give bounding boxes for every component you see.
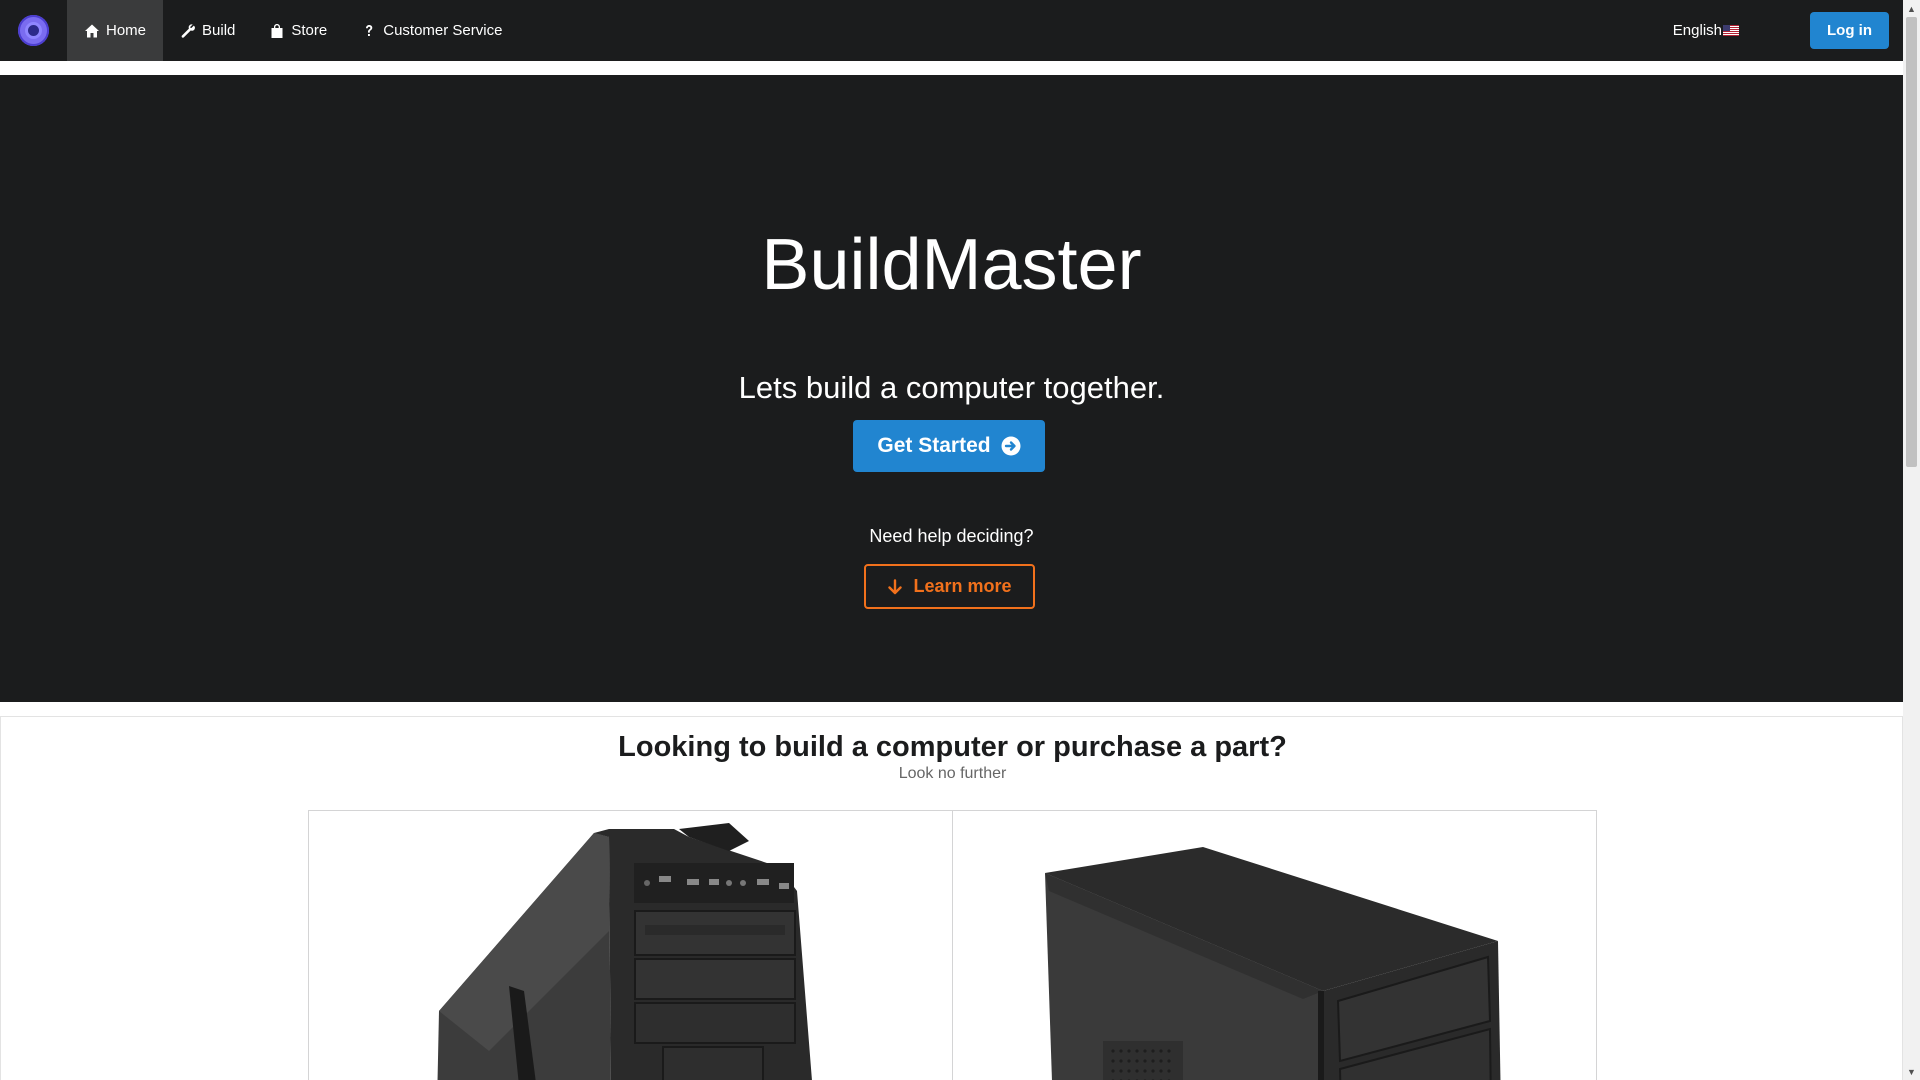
page: Home Build Store Customer Service Englis… [0,0,1920,1080]
gaming-tower-image [437,823,812,1080]
nav-item-customer-service[interactable]: Customer Service [344,0,519,61]
section-title: Looking to build a computer or purchase … [618,731,1287,763]
parts-card[interactable] [952,810,1597,1080]
nav-label-home: Home [106,22,147,39]
learn-more-button[interactable]: Learn more [864,564,1035,609]
scroll-thumb[interactable] [1906,17,1917,467]
hero-section: BuildMaster Lets build a computer togeth… [0,75,1903,702]
arrow-circle-right-icon [1001,436,1021,456]
nav-label-build: Build [202,22,236,39]
help-text: Need help deciding? [869,526,1034,546]
prebuilt-card[interactable] [308,810,953,1080]
get-started-button[interactable]: Get Started [853,420,1045,472]
nav-label-store: Store [291,22,328,39]
shopping-bag-icon [271,23,283,38]
wrench-icon [181,23,195,38]
vertical-scrollbar[interactable]: ▲ ▼ [1903,0,1920,1080]
hero-subtitle: Lets build a computer together. [738,370,1165,405]
nav-label-customer-service: Customer Service [383,22,503,39]
section-subtitle: Look no further [898,765,1007,782]
arrow-down-icon [888,578,903,594]
top-navbar: Home Build Store Customer Service Englis… [0,0,1903,61]
question-icon [366,24,373,36]
home-icon [85,24,99,37]
intro-section: Looking to build a computer or purchase … [0,716,1903,1080]
us-flag-icon [1723,25,1739,36]
language-label: English [1672,22,1722,39]
get-started-label: Get Started [877,434,991,457]
nav-item-build[interactable]: Build [163,0,252,61]
learn-more-label: Learn more [913,576,1012,596]
logo-icon [18,15,49,46]
logo[interactable] [0,0,67,61]
minimal-tower-image [1045,847,1501,1080]
language-selector[interactable]: English [1673,22,1739,39]
scroll-down-arrow-icon[interactable]: ▼ [1903,1063,1920,1080]
scroll-up-arrow-icon[interactable]: ▲ [1903,0,1920,17]
nav-item-home[interactable]: Home [67,0,164,61]
nav-item-store[interactable]: Store [252,0,344,61]
hero-title: BuildMaster [761,225,1142,305]
login-button[interactable]: Log in [1810,12,1889,49]
